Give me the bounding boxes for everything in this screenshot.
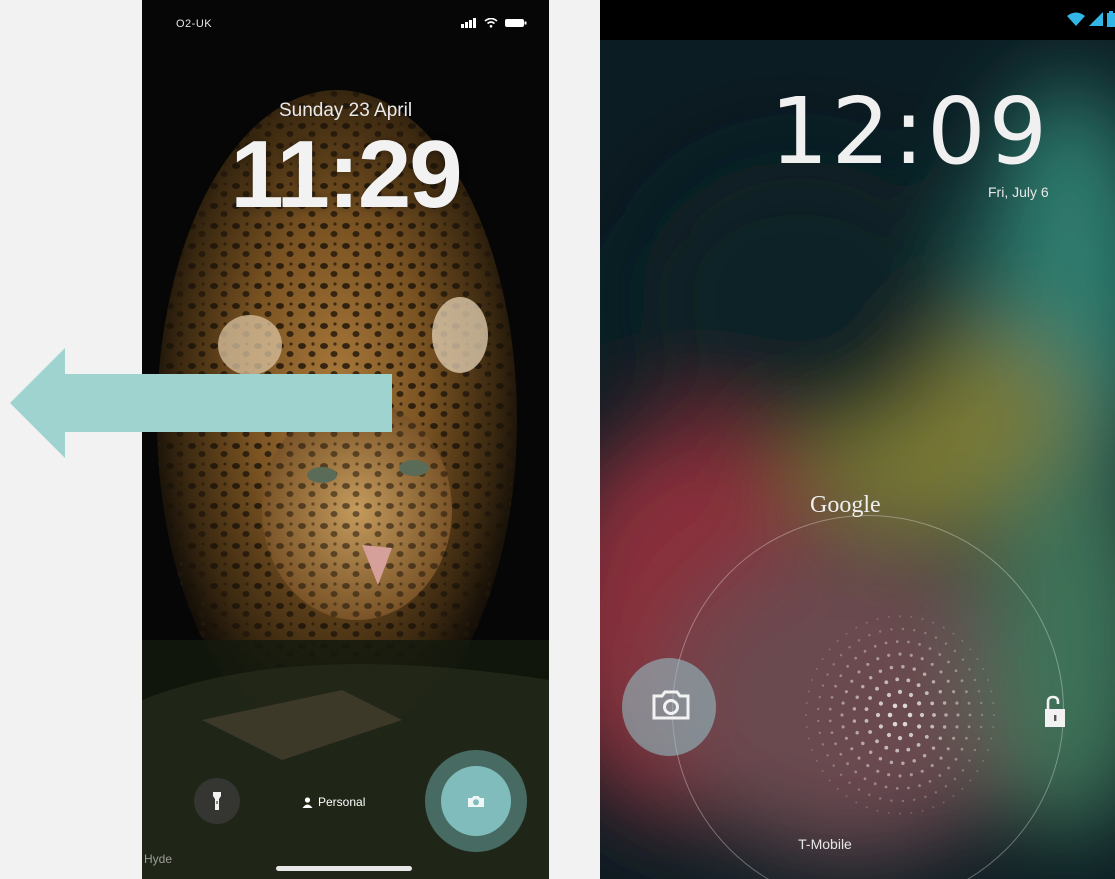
flashlight-icon — [213, 792, 221, 810]
focus-mode-label: Personal — [318, 795, 366, 809]
wifi-icon — [484, 18, 498, 28]
status-bar — [600, 0, 1115, 40]
ios-status-icons — [461, 18, 527, 28]
home-indicator[interactable] — [276, 866, 412, 871]
swipe-left-arrow — [10, 348, 392, 458]
android-lockscreen: 12:09 Fri, July 6 Google T-Mobile — [600, 0, 1115, 879]
photo-credit: Hyde — [144, 852, 173, 866]
camera-icon — [468, 795, 484, 807]
signal-icon — [1089, 12, 1103, 26]
lock-time: 12:09 — [770, 78, 1051, 185]
lock-date: Fri, July 6 — [988, 184, 1049, 200]
android-status-icons — [1067, 11, 1115, 27]
flashlight-button[interactable] — [194, 778, 240, 824]
lock-time: 11:29 — [230, 121, 462, 228]
unlock-handle-dots[interactable] — [800, 600, 1000, 820]
unlock-icon[interactable] — [1045, 695, 1065, 727]
battery-icon — [505, 19, 527, 27]
wifi-icon — [1067, 12, 1085, 26]
person-icon — [302, 796, 313, 808]
lock-date: Sunday 23 April — [278, 100, 413, 121]
camera-icon[interactable] — [652, 690, 690, 720]
focus-mode-indicator[interactable]: Personal — [302, 795, 365, 809]
signal-icon — [461, 18, 477, 28]
carrier-label: T-Mobile — [798, 836, 852, 852]
camera-button[interactable] — [441, 766, 511, 836]
battery-icon — [1107, 11, 1115, 27]
carrier-label: O2-UK — [176, 18, 213, 30]
